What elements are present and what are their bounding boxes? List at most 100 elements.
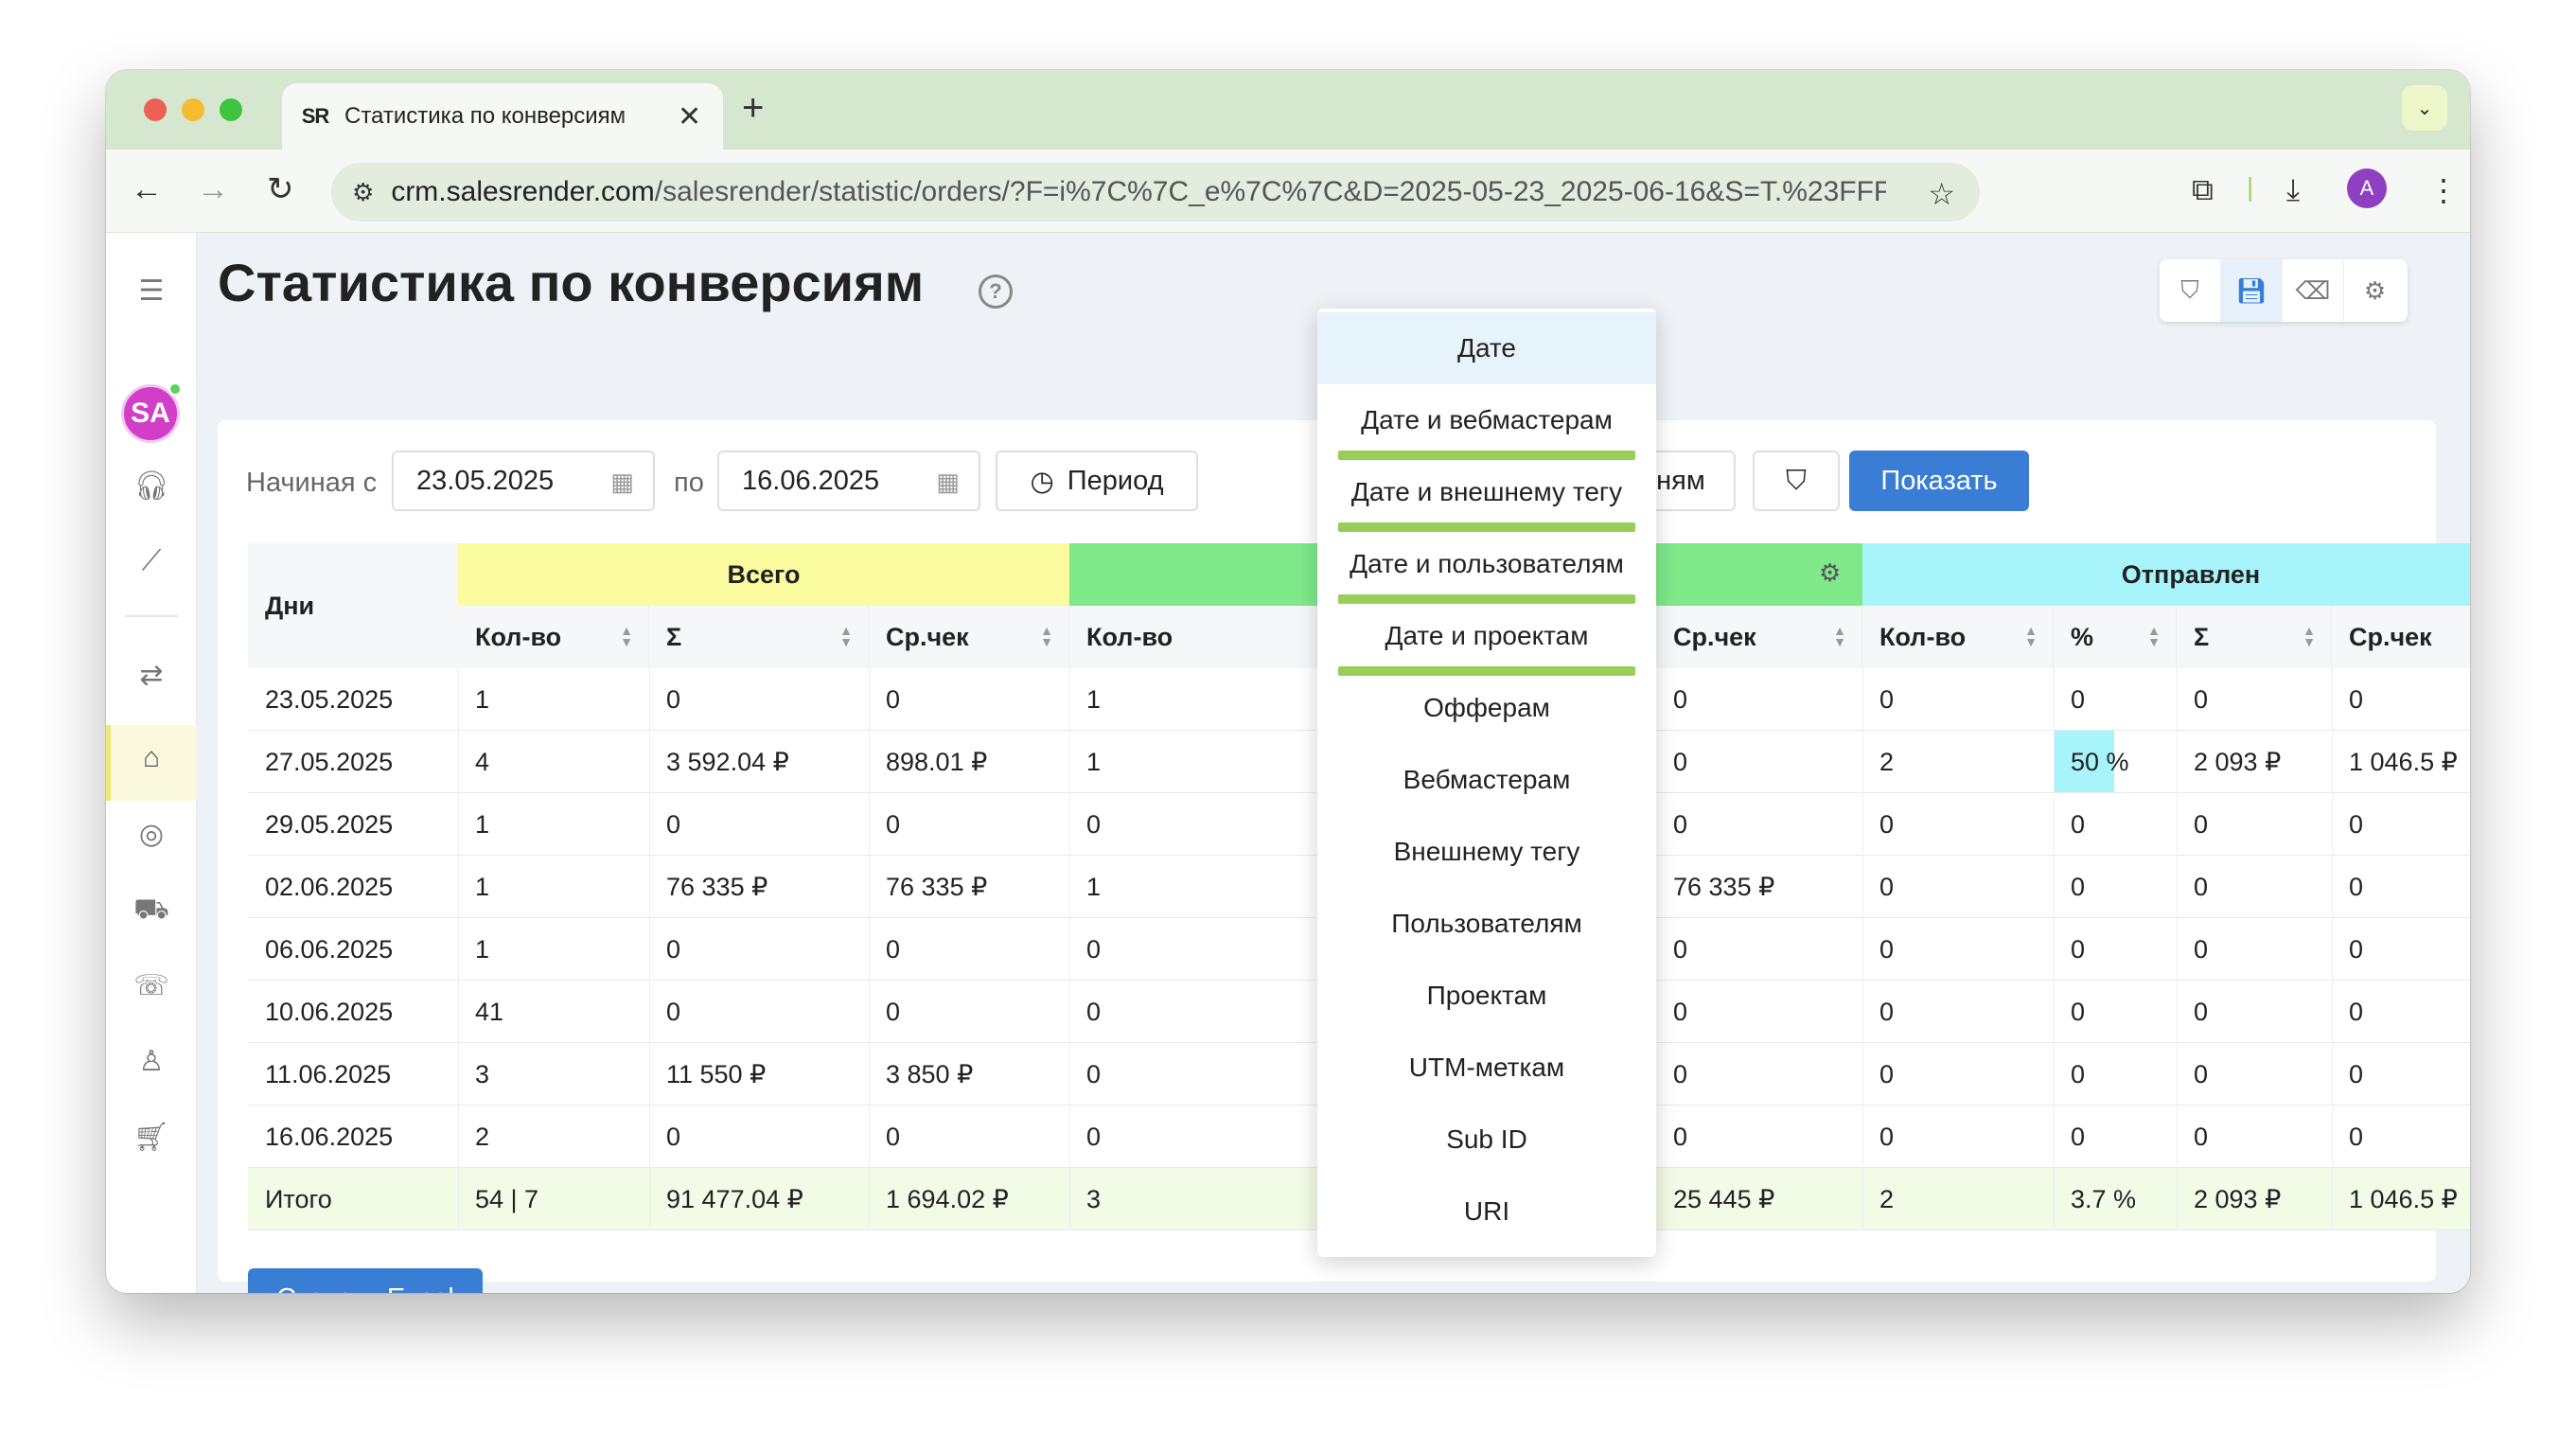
day-cell: 06.06.2025 bbox=[265, 935, 394, 964]
col-header-avg-2[interactable]: Ср.чек ▲ ▼ bbox=[1656, 606, 1862, 668]
col-header-sent-count[interactable]: Кол-во ▲ ▼ bbox=[1862, 606, 2054, 668]
tab-bar: SR Статистика по конверсиям ✕ + ⌄ bbox=[106, 70, 2470, 150]
group-header-sent: Отправлен bbox=[1862, 543, 2470, 606]
page-tools: ⛉ 💾︎ ⌫ ⚙ bbox=[2160, 259, 2408, 322]
user-icon[interactable]: ♙ bbox=[106, 1045, 197, 1078]
value-cell: 0 bbox=[2071, 1060, 2086, 1088]
menu-item[interactable]: Внешнему тегу bbox=[1317, 816, 1656, 888]
statistics-icon[interactable]: ⇄ bbox=[106, 659, 197, 692]
menu-item[interactable]: Дате и вебмастерам bbox=[1317, 384, 1656, 456]
to-date-input[interactable]: 16.06.2025 ▦ bbox=[717, 451, 980, 511]
show-button[interactable]: Показать bbox=[1849, 451, 2029, 511]
group-settings-gear-icon[interactable]: ⚙ bbox=[1819, 558, 1841, 588]
menu-item[interactable]: Пользователям bbox=[1317, 888, 1656, 960]
settings-gear-icon[interactable]: ⚙ bbox=[2344, 259, 2406, 322]
col-header-count[interactable]: Кол-во ▲ ▼ bbox=[458, 606, 649, 668]
menu-item[interactable]: URI bbox=[1317, 1176, 1656, 1247]
cart-icon[interactable]: 🛒︎ bbox=[106, 1121, 197, 1154]
site-settings-icon[interactable]: ⚙ bbox=[352, 178, 374, 207]
value-cell: 0 bbox=[2071, 935, 2086, 964]
sort-icon: ▲ ▼ bbox=[620, 623, 633, 649]
to-date-value: 16.06.2025 bbox=[742, 465, 880, 496]
value-cell: 3 850 ₽ bbox=[886, 1060, 974, 1088]
col-header-sent-avg[interactable]: Ср.чек▲▼ bbox=[2332, 606, 2470, 668]
column-separator bbox=[2332, 668, 2333, 1230]
value-cell: 1 bbox=[1086, 873, 1102, 901]
url-text[interactable]: crm.salesrender.com/salesrender/statisti… bbox=[391, 176, 1886, 208]
value-cell: 91 477.04 ₽ bbox=[666, 1185, 803, 1213]
day-cell: 10.06.2025 bbox=[265, 998, 394, 1026]
col-label: Ср.чек bbox=[1673, 622, 1756, 651]
reload-icon[interactable]: ↻ bbox=[267, 170, 294, 208]
menu-item[interactable]: UTM-меткам bbox=[1317, 1032, 1656, 1104]
group-by-menu: Дате Дате и вебмастерам Дате и внешнему те… bbox=[1317, 309, 1656, 1257]
headset-icon[interactable]: 🎧︎ bbox=[106, 469, 197, 503]
value-cell: 0 bbox=[1673, 1123, 1688, 1151]
menu-item[interactable]: Дате и проектам bbox=[1317, 600, 1656, 672]
profile-avatar[interactable]: A bbox=[2347, 168, 2387, 208]
value-cell: 0 bbox=[1673, 1060, 1688, 1088]
target-icon[interactable]: ◎ bbox=[106, 818, 197, 851]
store-icon[interactable]: ⌂ bbox=[106, 742, 197, 774]
delivery-truck-icon[interactable]: ⛟ bbox=[106, 893, 197, 929]
address-bar[interactable]: ⚙ crm.salesrender.com/salesrender/statis… bbox=[331, 163, 1980, 221]
help-icon[interactable]: ? bbox=[979, 274, 1013, 309]
kebab-menu-icon[interactable]: ⋮ bbox=[2428, 172, 2459, 208]
bookmark-star-icon[interactable]: ☆ bbox=[1928, 176, 1955, 212]
phone-icon[interactable]: ☏ bbox=[106, 969, 197, 1002]
page-title: Статистика по конверсиям bbox=[218, 253, 925, 312]
period-button[interactable]: ◷ Период bbox=[996, 451, 1198, 511]
extensions-icon[interactable]: ⧉ bbox=[2192, 172, 2214, 208]
menu-item[interactable]: Офферам bbox=[1317, 672, 1656, 744]
forward-icon[interactable]: → bbox=[197, 170, 229, 208]
back-icon[interactable]: ← bbox=[131, 170, 163, 208]
menu-toggle-icon[interactable]: ☰ bbox=[106, 274, 197, 308]
menu-item[interactable]: Дате и пользователям bbox=[1317, 528, 1656, 600]
sidebar-divider bbox=[125, 615, 178, 617]
new-tab-button[interactable]: + bbox=[742, 87, 764, 130]
tab-search-chevron-icon[interactable]: ⌄ bbox=[2402, 85, 2447, 131]
value-cell: 1 bbox=[475, 873, 490, 901]
maximize-window-button[interactable] bbox=[220, 98, 242, 121]
col-header-sent-sum[interactable]: Σ ▲ ▼ bbox=[2177, 606, 2332, 668]
days-header[interactable]: Дни bbox=[248, 543, 458, 668]
analytics-icon[interactable]: ⟋ bbox=[106, 545, 197, 577]
value-cell: 0 bbox=[666, 685, 681, 714]
col-label: Кол-во bbox=[475, 622, 562, 651]
close-window-button[interactable] bbox=[144, 98, 167, 121]
filter-icon[interactable]: ⛉ bbox=[2160, 259, 2221, 322]
value-cell: 0 bbox=[2194, 1060, 2209, 1088]
value-cell: 76 335 ₽ bbox=[1673, 873, 1775, 901]
tab-title: Статистика по конверсиям bbox=[344, 103, 626, 129]
menu-item[interactable]: Дате и внешнему тегу bbox=[1317, 456, 1656, 528]
col-label: Кол-во bbox=[1879, 622, 1967, 651]
download-excel-button[interactable]: Скачать Excel bbox=[248, 1268, 483, 1293]
browser-tab[interactable]: SR Статистика по конверсиям ✕ bbox=[282, 83, 723, 150]
minimize-window-button[interactable] bbox=[182, 98, 204, 121]
clear-icon[interactable]: ⌫ bbox=[2283, 259, 2344, 322]
column-separator bbox=[869, 668, 870, 1230]
from-date-input[interactable]: 23.05.2025 ▦ bbox=[392, 451, 655, 511]
col-header-avg[interactable]: Ср.чек ▲ ▼ bbox=[869, 606, 1069, 668]
menu-item[interactable]: Проектам bbox=[1317, 960, 1656, 1032]
col-header-sent-percent[interactable]: % ▲ ▼ bbox=[2054, 606, 2177, 668]
calendar-icon: ▦ bbox=[610, 468, 634, 496]
menu-item[interactable]: Sub ID bbox=[1317, 1104, 1656, 1176]
day-cell: 11.06.2025 bbox=[265, 1060, 392, 1088]
value-cell: 1 bbox=[1086, 748, 1102, 776]
table-filter-icon[interactable]: ⛉ bbox=[1753, 451, 1840, 511]
browser-toolbar: ← → ↻ ⚙ crm.salesrender.com/salesrender/… bbox=[106, 150, 2470, 233]
col-label: Ср.чек bbox=[886, 622, 969, 651]
col-header-sum[interactable]: Σ ▲ ▼ bbox=[649, 606, 869, 668]
value-cell: 0 bbox=[886, 685, 901, 714]
column-separator bbox=[1862, 668, 1863, 1230]
save-icon[interactable]: 💾︎ bbox=[2221, 259, 2283, 322]
value-cell: 0 bbox=[2349, 810, 2364, 839]
menu-item[interactable]: Дате bbox=[1317, 312, 1656, 384]
download-icon[interactable]: ⤓ bbox=[2286, 172, 2300, 208]
tab-close-icon[interactable]: ✕ bbox=[678, 100, 701, 133]
sort-icon: ▲ ▼ bbox=[2147, 623, 2161, 649]
clock-icon: ◷ bbox=[1030, 466, 1054, 497]
col-header-count-2[interactable]: Кол-во bbox=[1069, 606, 1317, 668]
menu-item[interactable]: Вебмастерам bbox=[1317, 744, 1656, 816]
